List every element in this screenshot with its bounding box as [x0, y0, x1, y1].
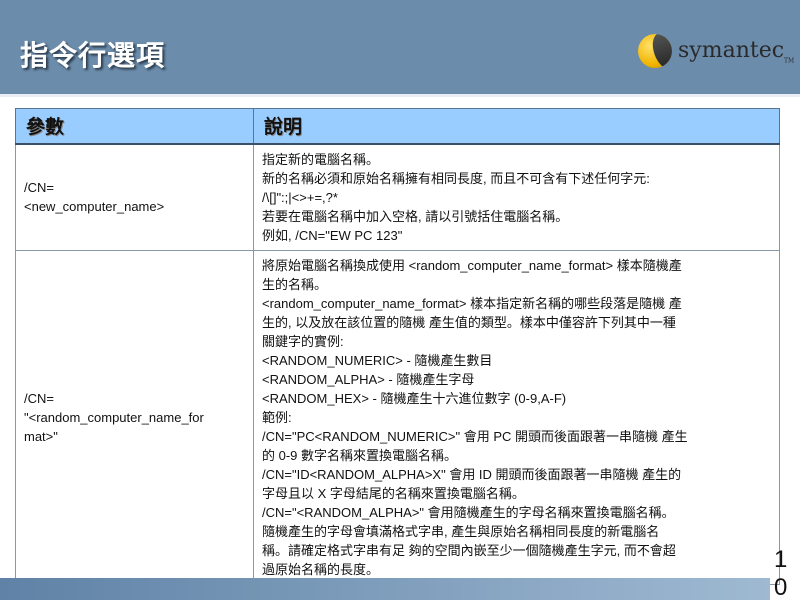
symantec-logo-icon	[638, 34, 672, 68]
options-table: 參數 說明 /CN= <new_computer_name> 指定新的電腦名稱。新的…	[15, 108, 780, 585]
desc-line: /CN="PC<RANDOM_NUMERIC>" 會用 PC 開頭而後面跟著一串…	[262, 428, 688, 444]
desc-line: 關鍵字的實例:	[262, 333, 344, 349]
desc-line: 隨機產生的字母會填滿格式字串, 產生與原始名稱相同長度的新電腦名	[262, 523, 660, 539]
desc-line: /\[]":;|<>+=,?*	[262, 189, 338, 205]
desc-line: 的 0-9 數字名稱來置換電腦名稱。	[262, 447, 458, 463]
slide-title: 指令行選項	[20, 39, 166, 72]
desc-line: <RANDOM_NUMERIC> - 隨機產生數目	[262, 352, 493, 368]
desc-line: /CN="<RANDOM_ALPHA>" 會用隨機產生的字母名稱來置換電腦名稱。	[262, 504, 675, 520]
parameter-cell: /CN= <new_computer_name>	[15, 143, 254, 251]
logo-wordmark: symantec	[678, 37, 785, 63]
header-parameter: 參數	[15, 108, 254, 145]
desc-line: /CN="ID<RANDOM_ALPHA>X" 會用 ID 開頭而後面跟著一串隨…	[262, 466, 682, 482]
page-number: 10	[774, 546, 788, 601]
parameter-cell: /CN= "<random_computer_name_for mat>"	[15, 249, 254, 585]
table-row: /CN= <new_computer_name> 指定新的電腦名稱。新的名稱必須和原…	[15, 143, 780, 251]
desc-line: 生的, 以及放在該位置的隨機 產生值的類型。樣本中僅容許下列其中一種	[262, 314, 676, 330]
desc-line: 新的名稱必須和原始名稱擁有相同長度, 而且不可含有下述任何字元:	[262, 170, 650, 186]
param-line: /CN=	[24, 180, 54, 195]
param-line: mat>"	[24, 428, 58, 444]
logo-text: symantecTM	[678, 38, 794, 64]
desc-line: 稱。請確定格式字串有足 夠的空間內嵌至少一個隨機產生字元, 而不會超	[262, 542, 676, 558]
desc-line: 範例:	[262, 409, 292, 425]
table-row: /CN= "<random_computer_name_for mat>" 將原始電腦…	[15, 249, 780, 585]
desc-line: 生的名稱。	[262, 276, 328, 292]
desc-line: 字母且以 X 字母結尾的名稱來置換電腦名稱。	[262, 485, 525, 501]
desc-line: 將原始電腦名稱換成使用 <random_computer_name_format…	[262, 257, 682, 273]
footer-bar	[0, 578, 770, 600]
logo-trademark: TM	[784, 57, 795, 65]
desc-line: 指定新的電腦名稱。	[262, 151, 380, 167]
desc-line: 若要在電腦名稱中加入空格, 請以引號括住電腦名稱。	[262, 208, 569, 224]
description-cell: 將原始電腦名稱換成使用 <random_computer_name_format…	[253, 249, 780, 585]
header-description: 說明	[253, 108, 780, 145]
param-line: "<random_computer_name_for	[24, 409, 204, 425]
desc-line: 過原始名稱的長度。	[262, 561, 380, 577]
param-line: <new_computer_name>	[24, 199, 165, 214]
desc-line: 例如, /CN="EW PC 123"	[262, 227, 403, 243]
desc-line: <random_computer_name_format> 樣本指定新名稱的哪些…	[262, 295, 682, 311]
desc-line: <RANDOM_HEX> - 隨機產生十六進位數字 (0-9,A-F)	[262, 390, 567, 406]
desc-line: <RANDOM_ALPHA> - 隨機產生字母	[262, 371, 475, 387]
slide-header: 指令行選項 symantecTM	[0, 0, 800, 97]
symantec-logo: symantecTM	[638, 34, 794, 68]
param-line: /CN=	[24, 390, 54, 406]
description-cell: 指定新的電腦名稱。新的名稱必須和原始名稱擁有相同長度, 而且不可含有下述任何字元…	[253, 143, 780, 251]
